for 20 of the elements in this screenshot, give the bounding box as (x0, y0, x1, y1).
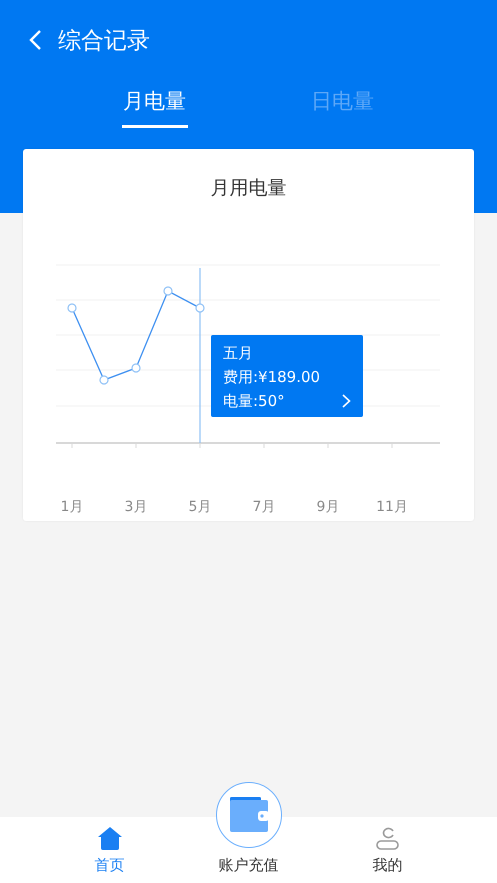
back-icon[interactable] (28, 29, 42, 51)
axis-label: 5月 (188, 498, 212, 516)
tab[interactable]: 月电量 (122, 87, 188, 128)
axis-label: 9月 (316, 498, 340, 516)
nav-label[interactable]: 首页 (94, 856, 124, 875)
axis-label: 3月 (124, 498, 148, 516)
user-icon[interactable] (374, 826, 400, 850)
axis-label: 1月 (60, 498, 84, 516)
home-icon[interactable] (96, 826, 122, 850)
page-title: 综合记录 (58, 26, 150, 56)
wallet-icon (228, 797, 268, 833)
tooltip-text: 费用:¥189.00 (223, 367, 322, 388)
tooltip-text: 电量:50° (223, 391, 285, 412)
nav-label[interactable]: 账户充值 (218, 856, 278, 875)
axis-label: 11月 (375, 498, 409, 516)
nav-label[interactable]: 我的 (372, 856, 402, 875)
tooltip-title: 五月 (223, 343, 254, 364)
chevron-right-icon[interactable] (342, 394, 351, 408)
chart-title: 月用电量 (210, 176, 288, 201)
axis-label: 7月 (252, 498, 276, 516)
